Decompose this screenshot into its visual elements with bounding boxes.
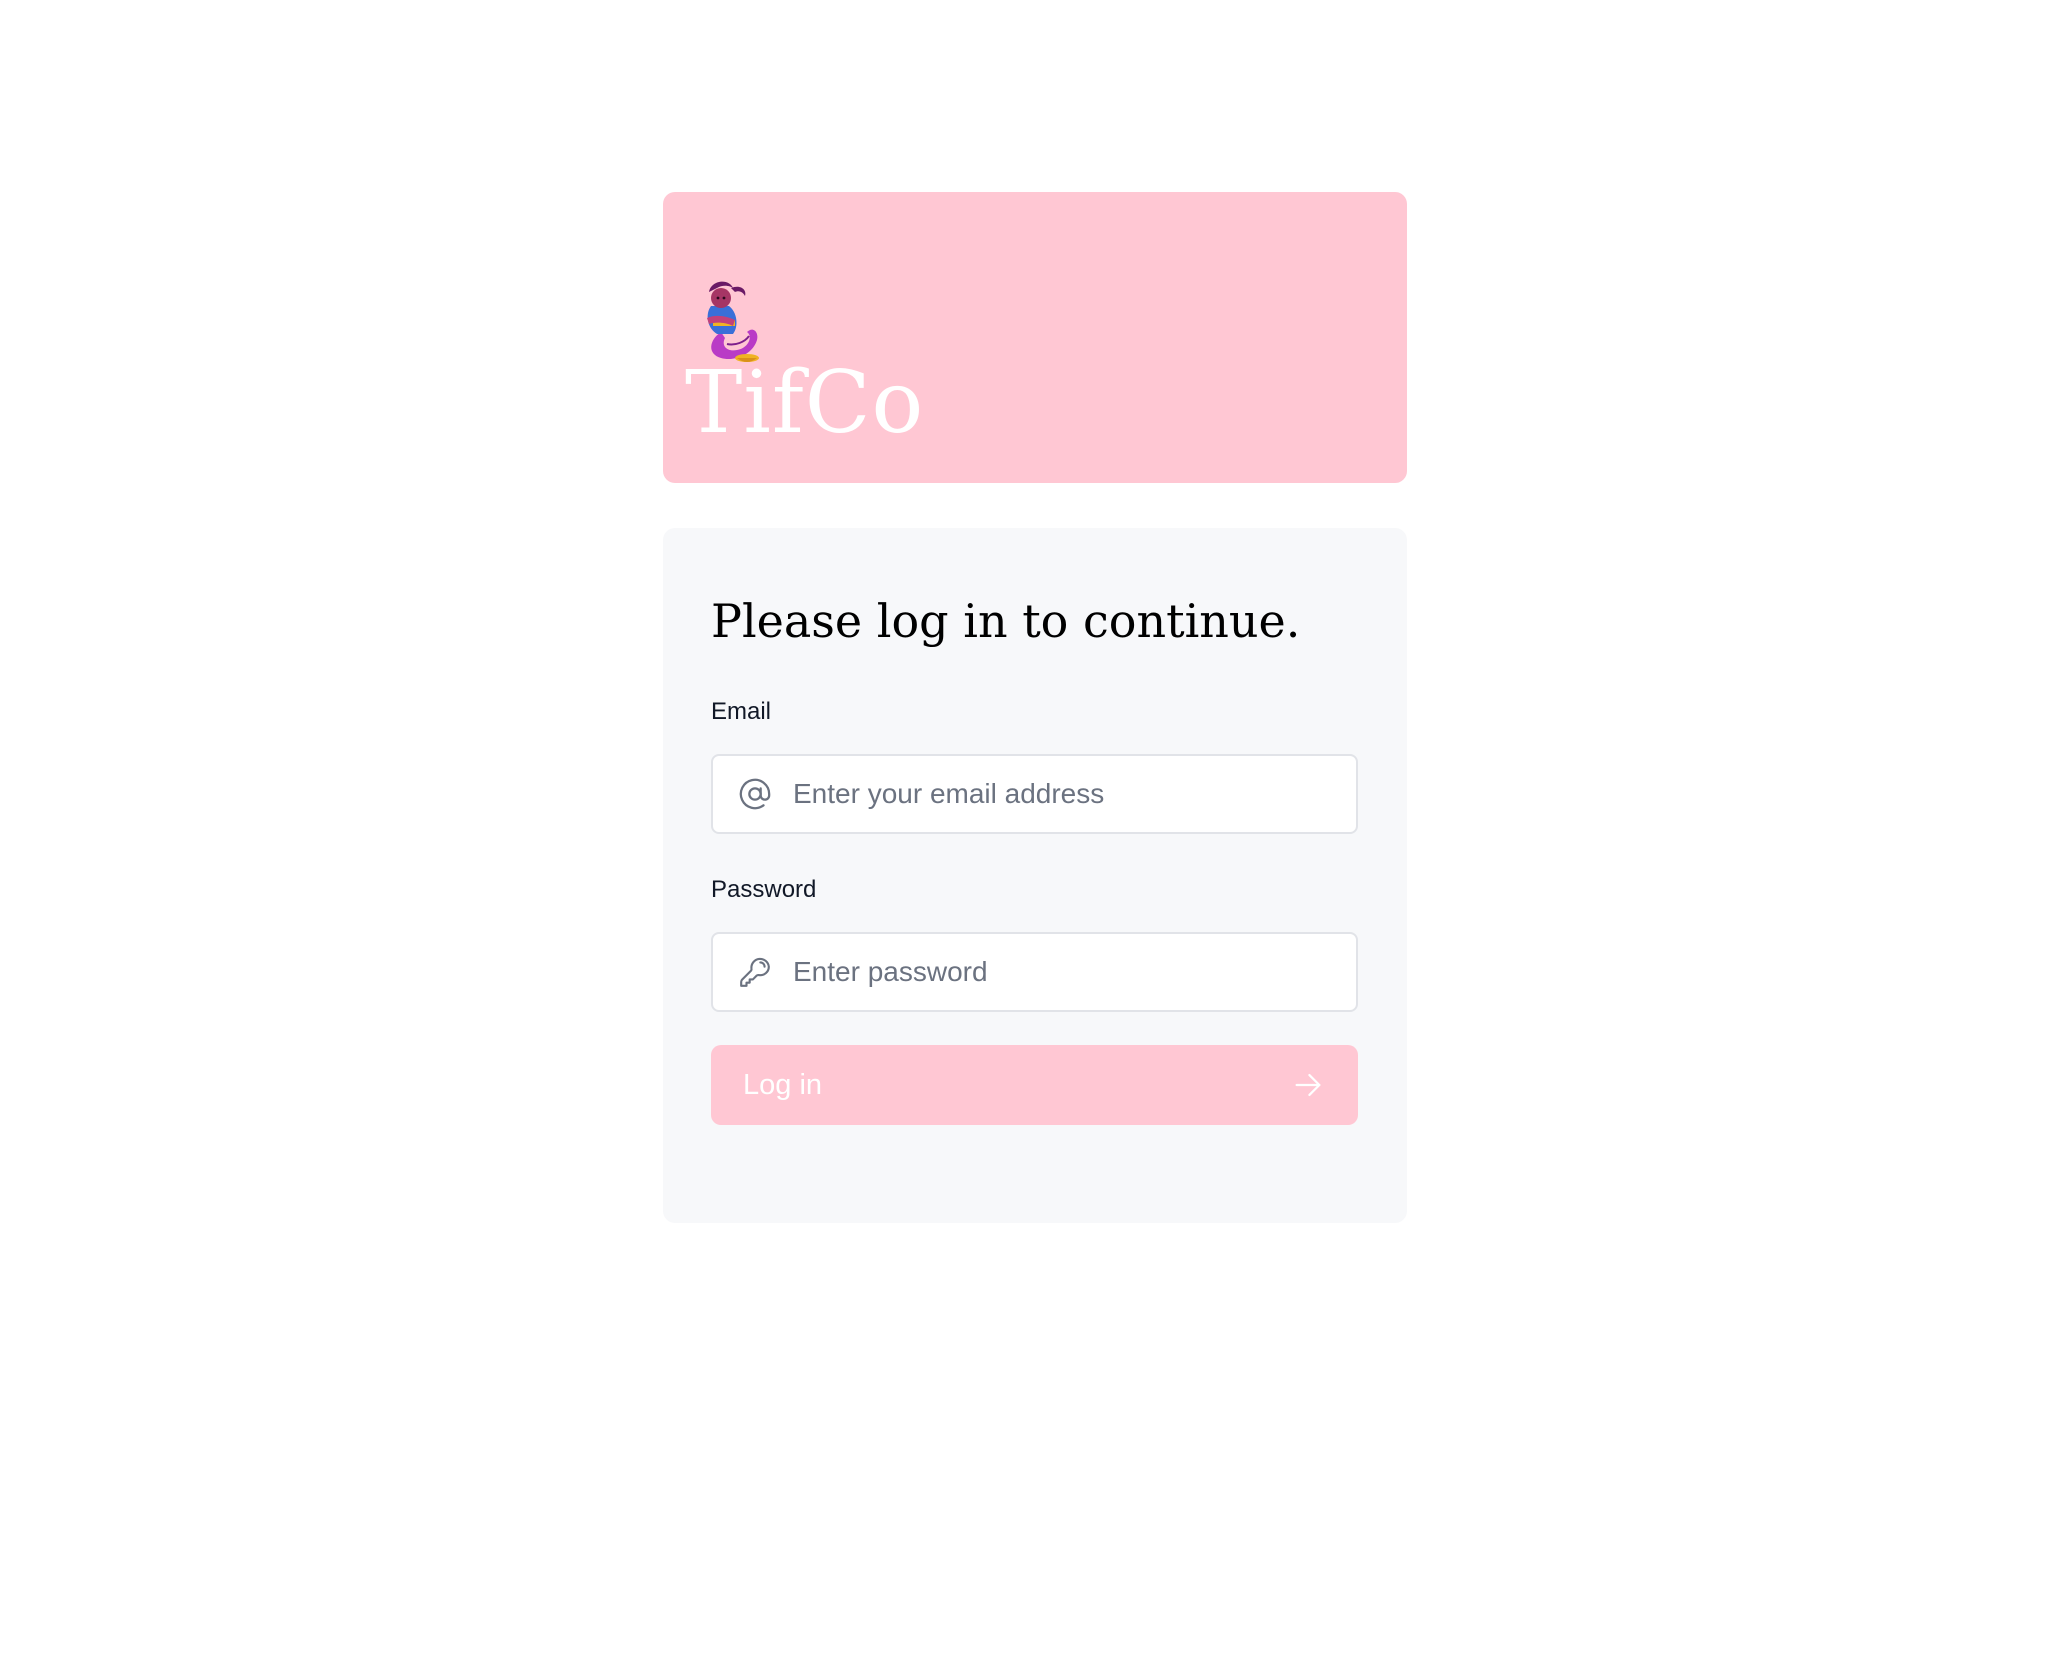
login-button[interactable]: Log in xyxy=(711,1045,1358,1125)
password-field-container xyxy=(711,932,1358,1012)
password-input[interactable] xyxy=(793,942,1340,1002)
login-button-label: Log in xyxy=(743,1068,823,1101)
login-page: TifCo Please log in to continue. Email P… xyxy=(0,0,2048,1656)
email-label: Email xyxy=(711,698,772,725)
email-field-container xyxy=(711,754,1358,834)
login-card: Please log in to continue. Email Passwor… xyxy=(663,528,1407,1223)
email-input[interactable] xyxy=(793,764,1340,824)
password-label: Password xyxy=(711,876,817,903)
brand-name: TifCo xyxy=(685,353,925,453)
key-icon xyxy=(737,954,773,990)
login-heading: Please log in to continue. xyxy=(711,594,1301,648)
brand-banner: TifCo xyxy=(663,192,1407,483)
at-sign-icon xyxy=(737,776,773,812)
arrow-right-icon xyxy=(1290,1067,1326,1103)
